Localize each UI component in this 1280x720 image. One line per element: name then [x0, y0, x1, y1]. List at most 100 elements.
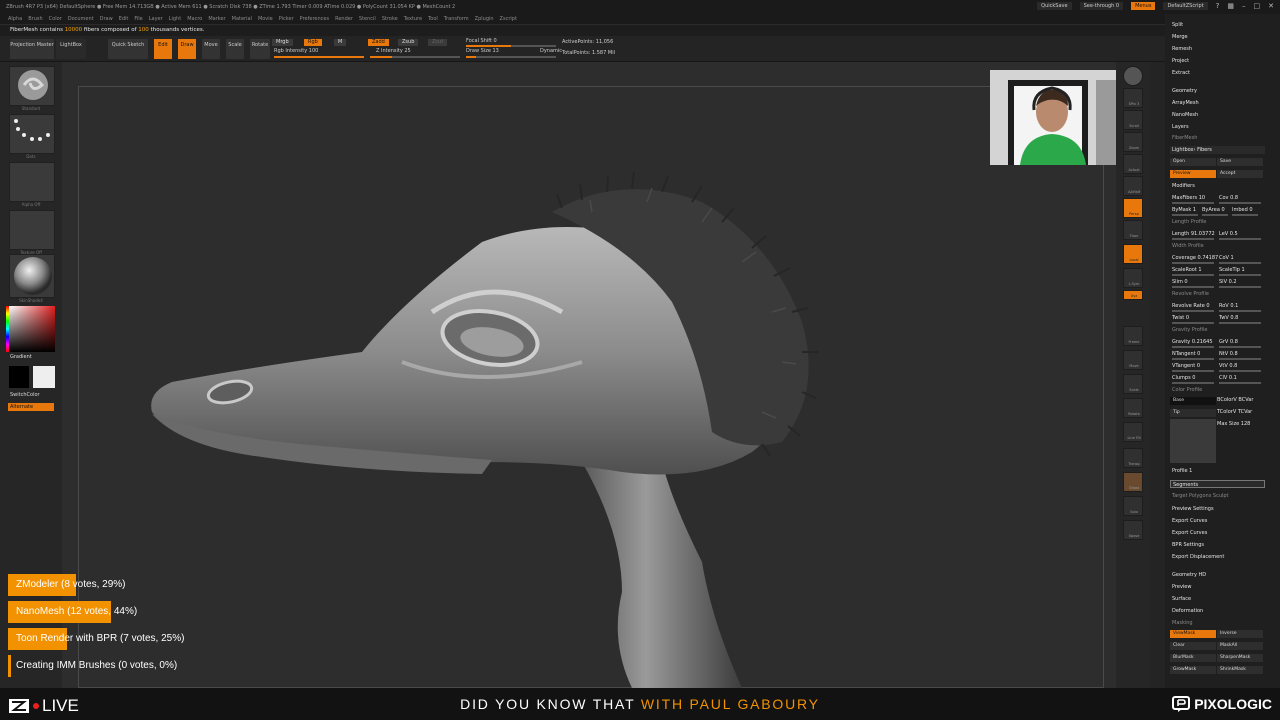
menu-item-transform[interactable]: Transform	[444, 16, 469, 22]
stroke-selector[interactable]	[9, 114, 55, 154]
menu-item-light[interactable]: Light	[169, 16, 181, 22]
fiber-accept-button[interactable]: Accept	[1217, 170, 1263, 178]
fiber-slider-track[interactable]	[1219, 346, 1261, 348]
export-curves-item[interactable]: Export Curves	[1172, 518, 1207, 524]
inverse-mask-button[interactable]: Inverse	[1217, 630, 1263, 638]
fiber-slider[interactable]: NTangent 0	[1172, 351, 1200, 357]
fiber-preview-button[interactable]: Preview	[1170, 170, 1216, 178]
rgb-button[interactable]: Rgb	[304, 39, 322, 46]
menu-item-file[interactable]: File	[134, 16, 142, 22]
edit-button[interactable]: Edit	[154, 39, 172, 59]
fiber-slider[interactable]: ByArea 0	[1202, 207, 1225, 213]
fiber-slider-track[interactable]	[1219, 238, 1261, 240]
rotate-view-button[interactable]: Rotate	[1123, 398, 1143, 418]
fibermesh-item[interactable]: FiberMesh	[1172, 135, 1197, 141]
mrgb-button[interactable]: Mrgb	[272, 39, 293, 46]
grow-mask-button[interactable]: GrowMask	[1170, 666, 1216, 674]
menu-item-texture[interactable]: Texture	[404, 16, 422, 22]
move-button[interactable]: Move	[202, 39, 220, 59]
fiber-slider[interactable]: ByMask 1	[1172, 207, 1196, 213]
fiber-slider-track[interactable]	[1219, 274, 1261, 276]
tip-color-swatch[interactable]: Tip	[1170, 409, 1216, 417]
fiber-slider-track[interactable]	[1172, 202, 1214, 204]
zadd-button[interactable]: Zadd	[368, 39, 389, 46]
switch-color-button[interactable]: SwitchColor	[10, 392, 40, 398]
fiber-slider[interactable]: ClV 0.1	[1219, 375, 1237, 381]
bpr-render-button[interactable]	[1123, 66, 1143, 86]
preview-item[interactable]: Preview	[1172, 584, 1191, 590]
layout-icon[interactable]: ▦	[1227, 2, 1234, 10]
brush-selector[interactable]	[9, 66, 55, 106]
fiber-slider-track[interactable]	[1219, 322, 1261, 324]
focal-shift-track[interactable]	[466, 45, 556, 47]
fiber-slider-track[interactable]	[1219, 202, 1261, 204]
fiber-slider-track[interactable]	[1172, 214, 1198, 216]
export-curves-item-2[interactable]: Export Curves	[1172, 530, 1207, 536]
geometry-item[interactable]: Geometry	[1172, 88, 1197, 94]
hue-strip[interactable]	[6, 306, 9, 352]
fiber-slider[interactable]: ScaleRoot 1	[1172, 267, 1202, 273]
menu-item-stencil[interactable]: Stencil	[359, 16, 376, 22]
project-item[interactable]: Project	[1172, 58, 1189, 64]
default-zscript-button[interactable]: DefaultZScript	[1163, 2, 1208, 10]
fiber-slider[interactable]: NtV 0.8	[1219, 351, 1238, 357]
color-picker[interactable]	[9, 306, 55, 352]
tcolor-variance[interactable]: TColorV TCVar	[1217, 409, 1252, 415]
menu-item-zplugin[interactable]: Zplugin	[475, 16, 494, 22]
mask-all-button[interactable]: MaskAll	[1217, 642, 1263, 650]
move-view-button[interactable]: Move	[1123, 350, 1143, 370]
scale-view-button[interactable]: Scale	[1123, 374, 1143, 394]
scroll-button[interactable]: Scroll	[1123, 110, 1143, 130]
color-texture-slot[interactable]	[1170, 419, 1216, 463]
fiber-slider-track[interactable]	[1172, 382, 1214, 384]
main-color-swatch[interactable]	[33, 366, 55, 388]
fiber-slider[interactable]: Revolve Rate 0	[1172, 303, 1210, 309]
fiber-slider[interactable]: Length 91.03772	[1172, 231, 1215, 237]
quick-sketch-button[interactable]: Quick Sketch	[108, 39, 148, 59]
frame-button[interactable]: Frame	[1123, 326, 1143, 346]
menu-item-stroke[interactable]: Stroke	[382, 16, 398, 22]
fiber-slider-track[interactable]	[1219, 262, 1261, 264]
texture-selector[interactable]	[9, 210, 55, 250]
fiber-slider-track[interactable]	[1172, 346, 1214, 348]
deformation-item[interactable]: Deformation	[1172, 608, 1203, 614]
layers-item[interactable]: Layers	[1172, 124, 1189, 130]
modifiers-header[interactable]: Modifiers	[1172, 183, 1195, 189]
nanomesh-item[interactable]: NanoMesh	[1172, 112, 1198, 118]
xpose-button[interactable]: Xpose	[1123, 520, 1143, 540]
fiber-slider-track[interactable]	[1172, 262, 1214, 264]
floor-button[interactable]: Floor	[1123, 220, 1143, 240]
fiber-slider-track[interactable]	[1219, 370, 1261, 372]
extract-item[interactable]: Extract	[1172, 70, 1190, 76]
menu-item-material[interactable]: Material	[232, 16, 252, 22]
clear-mask-button[interactable]: Clear	[1170, 642, 1216, 650]
zsub-button[interactable]: Zsub	[398, 39, 419, 46]
fiber-slider[interactable]: ScaleTip 1	[1219, 267, 1245, 273]
scale-button[interactable]: Scale	[226, 39, 244, 59]
projection-master-button[interactable]: Projection Master	[10, 39, 54, 59]
fiber-slider[interactable]: Clumps 0	[1172, 375, 1195, 381]
remesh-item[interactable]: Remesh	[1172, 46, 1192, 52]
menu-item-brush[interactable]: Brush	[28, 16, 42, 22]
fiber-slider[interactable]: Coverage 0.74187	[1172, 255, 1218, 261]
sharpen-mask-button[interactable]: SharpenMask	[1217, 654, 1263, 662]
minimize-icon[interactable]: –	[1242, 2, 1246, 10]
persp-button[interactable]: Persp	[1123, 198, 1143, 218]
fiber-slider-track[interactable]	[1172, 286, 1214, 288]
fiber-slider-track[interactable]	[1202, 214, 1228, 216]
split-item[interactable]: Split	[1172, 22, 1183, 28]
masking-item[interactable]: Masking	[1172, 620, 1193, 626]
profile-header[interactable]: Gravity Profile	[1172, 327, 1207, 333]
lsym-button[interactable]: L.Sym	[1123, 268, 1143, 288]
draw-button[interactable]: Draw	[178, 39, 196, 59]
base-color-swatch[interactable]: Base	[1170, 397, 1216, 405]
geometry-hd-item[interactable]: Geometry HD	[1172, 572, 1206, 578]
menus-button[interactable]: Menus	[1131, 2, 1156, 10]
lightbox-button[interactable]: LightBox	[56, 39, 86, 59]
rotate-button[interactable]: Rotate	[250, 39, 270, 59]
fiber-slider[interactable]: Cov 0.8	[1219, 195, 1238, 201]
menu-item-alpha[interactable]: Alpha	[8, 16, 22, 22]
fiber-slider[interactable]: LeV 0.5	[1219, 231, 1238, 237]
tray-scrollbar[interactable]	[1150, 62, 1165, 688]
transp-button[interactable]: Transp	[1123, 448, 1143, 468]
